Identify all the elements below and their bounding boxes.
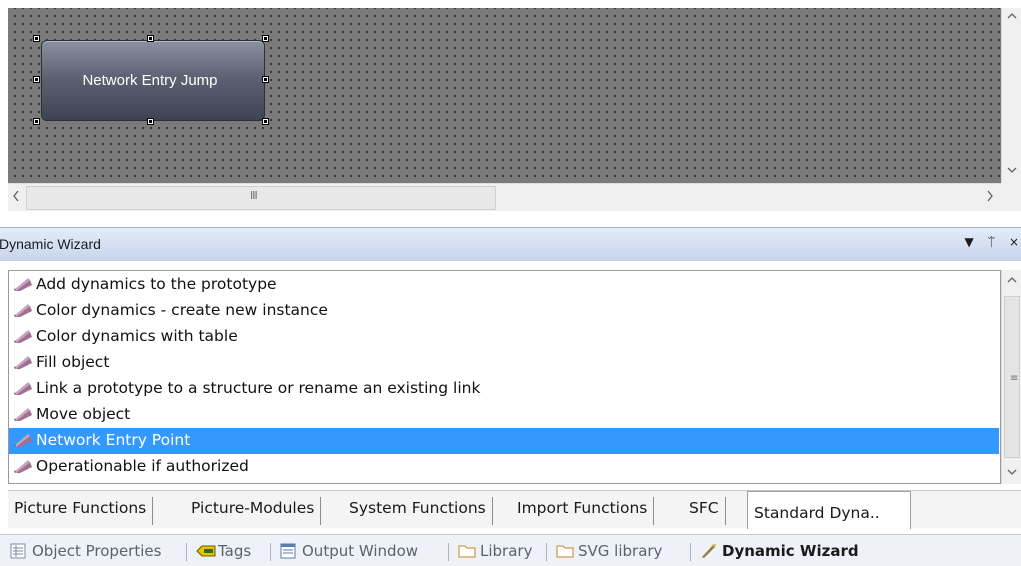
tab-system-functions[interactable]: System Functions bbox=[343, 497, 493, 525]
wizard-icon bbox=[12, 328, 34, 344]
wizard-icon bbox=[12, 380, 34, 396]
wizard-icon bbox=[12, 354, 34, 370]
tab-picture-functions[interactable]: Picture Functions bbox=[8, 497, 154, 525]
list-item-label: Link a prototype to a structure or renam… bbox=[36, 379, 481, 397]
dynamic-wizard-list[interactable]: Add dynamics to the prototype Color dynam… bbox=[8, 270, 1001, 484]
dock-tab-label: Dynamic Wizard bbox=[722, 542, 859, 560]
dock-tab-label: Object Properties bbox=[32, 542, 162, 560]
dock-separator bbox=[546, 543, 547, 561]
app-window: Network Entry Jump III Dynamic Wizard ▼ … bbox=[0, 0, 1021, 566]
list-item-label: Add dynamics to the prototype bbox=[36, 275, 277, 293]
list-item-label: Setting/Resetting a bit bbox=[36, 483, 210, 484]
scroll-up-arrow-icon[interactable] bbox=[1002, 276, 1021, 287]
wizard-icon bbox=[12, 302, 34, 318]
output-window-icon bbox=[280, 543, 296, 559]
canvas-vertical-scrollbar[interactable] bbox=[1001, 8, 1021, 183]
wizard-icon bbox=[12, 406, 34, 422]
pin-icon[interactable]: ᛠ bbox=[988, 235, 995, 249]
panel-separator bbox=[0, 211, 1021, 227]
list-item-label: Color dynamics - create new instance bbox=[36, 301, 328, 319]
selection-handle-top-center[interactable] bbox=[147, 35, 154, 42]
list-item-label: Fill object bbox=[36, 353, 110, 371]
selection-handle-middle-right[interactable] bbox=[262, 76, 269, 83]
list-scroll-thumb[interactable]: ≡ bbox=[1004, 296, 1020, 458]
list-vertical-scrollbar[interactable]: ≡ bbox=[1001, 270, 1021, 484]
tab-sfc[interactable]: SFC bbox=[683, 497, 726, 525]
panel-title: Dynamic Wizard bbox=[0, 236, 101, 252]
properties-icon bbox=[10, 543, 26, 559]
selection-handle-top-left[interactable] bbox=[33, 35, 40, 42]
wizard-icon bbox=[12, 432, 34, 448]
dock-tab-bar: Object Properties Tags Output Window Librar… bbox=[0, 534, 1021, 566]
wizard-icon bbox=[12, 276, 34, 292]
list-item[interactable]: Move object bbox=[9, 402, 999, 428]
list-item-label: Move object bbox=[36, 405, 131, 423]
panel-controls: ▼ ᛠ × bbox=[965, 235, 1020, 249]
dock-separator bbox=[186, 543, 187, 561]
selection-handle-top-right[interactable] bbox=[262, 35, 269, 42]
canvas-horizontal-scrollbar[interactable]: III bbox=[8, 183, 1001, 211]
list-item[interactable]: Fill object bbox=[9, 350, 999, 376]
panel-dropdown-icon[interactable]: ▼ bbox=[965, 235, 974, 249]
canvas-button-object-label: Network Entry Jump bbox=[82, 72, 218, 89]
dock-separator bbox=[690, 543, 691, 561]
wizard-category-tabs: Picture Functions Picture-Modules System F… bbox=[8, 490, 1021, 529]
library-folder-icon bbox=[458, 543, 476, 559]
canvas-horizontal-scroll-thumb[interactable] bbox=[26, 186, 496, 210]
list-item[interactable]: Color dynamics with table bbox=[9, 324, 999, 350]
canvas-top-border bbox=[0, 0, 1021, 8]
dynamic-wizard-icon bbox=[700, 543, 716, 559]
list-item-label: Color dynamics with table bbox=[36, 327, 238, 345]
wizard-icon bbox=[12, 458, 34, 474]
scroll-left-arrow-icon[interactable] bbox=[6, 190, 26, 205]
tab-standard-dyna[interactable]: Standard Dyna.. bbox=[747, 491, 911, 529]
scroll-up-arrow-icon[interactable] bbox=[1002, 12, 1021, 23]
scroll-down-arrow-icon[interactable] bbox=[1002, 166, 1021, 177]
dock-tab-label: Library bbox=[480, 542, 533, 560]
scroll-grip-icon: ≡ bbox=[1010, 373, 1019, 384]
dock-tab-label: SVG library bbox=[578, 542, 663, 560]
scroll-corner bbox=[1001, 183, 1021, 211]
selection-handle-bottom-right[interactable] bbox=[262, 118, 269, 125]
list-item[interactable]: Link a prototype to a structure or renam… bbox=[9, 376, 999, 402]
list-item-label: Operationable if authorized bbox=[36, 457, 249, 475]
svg-library-folder-icon bbox=[556, 543, 574, 559]
list-item[interactable]: Setting/Resetting a bit bbox=[9, 480, 999, 484]
list-item[interactable]: Add dynamics to the prototype bbox=[9, 272, 999, 298]
scroll-grip-icon: III bbox=[250, 189, 258, 202]
dock-separator bbox=[270, 543, 271, 561]
tags-icon bbox=[196, 543, 216, 559]
list-item[interactable]: Color dynamics - create new instance bbox=[9, 298, 999, 324]
list-item[interactable]: Operationable if authorized bbox=[9, 454, 999, 480]
canvas-vertical-scroll-thumb[interactable] bbox=[1004, 32, 1020, 160]
dock-tab-label: Tags bbox=[218, 542, 252, 560]
selection-handle-middle-left[interactable] bbox=[33, 76, 40, 83]
selection-handle-bottom-center[interactable] bbox=[147, 118, 154, 125]
tab-import-functions[interactable]: Import Functions bbox=[511, 497, 655, 525]
list-item-label: Network Entry Point bbox=[36, 431, 191, 449]
list-item[interactable]: Network Entry Point bbox=[9, 428, 999, 454]
dynamic-wizard-panel-header[interactable]: Dynamic Wizard ▼ ᛠ × bbox=[0, 227, 1021, 261]
dock-separator bbox=[448, 543, 449, 561]
dock-tab-label: Output Window bbox=[302, 542, 419, 560]
scroll-right-arrow-icon[interactable] bbox=[980, 190, 1000, 205]
tab-picture-modules[interactable]: Picture-Modules bbox=[185, 497, 322, 525]
selection-handle-bottom-left[interactable] bbox=[33, 118, 40, 125]
close-icon[interactable]: × bbox=[1009, 235, 1019, 249]
scroll-down-arrow-icon[interactable] bbox=[1002, 468, 1021, 479]
